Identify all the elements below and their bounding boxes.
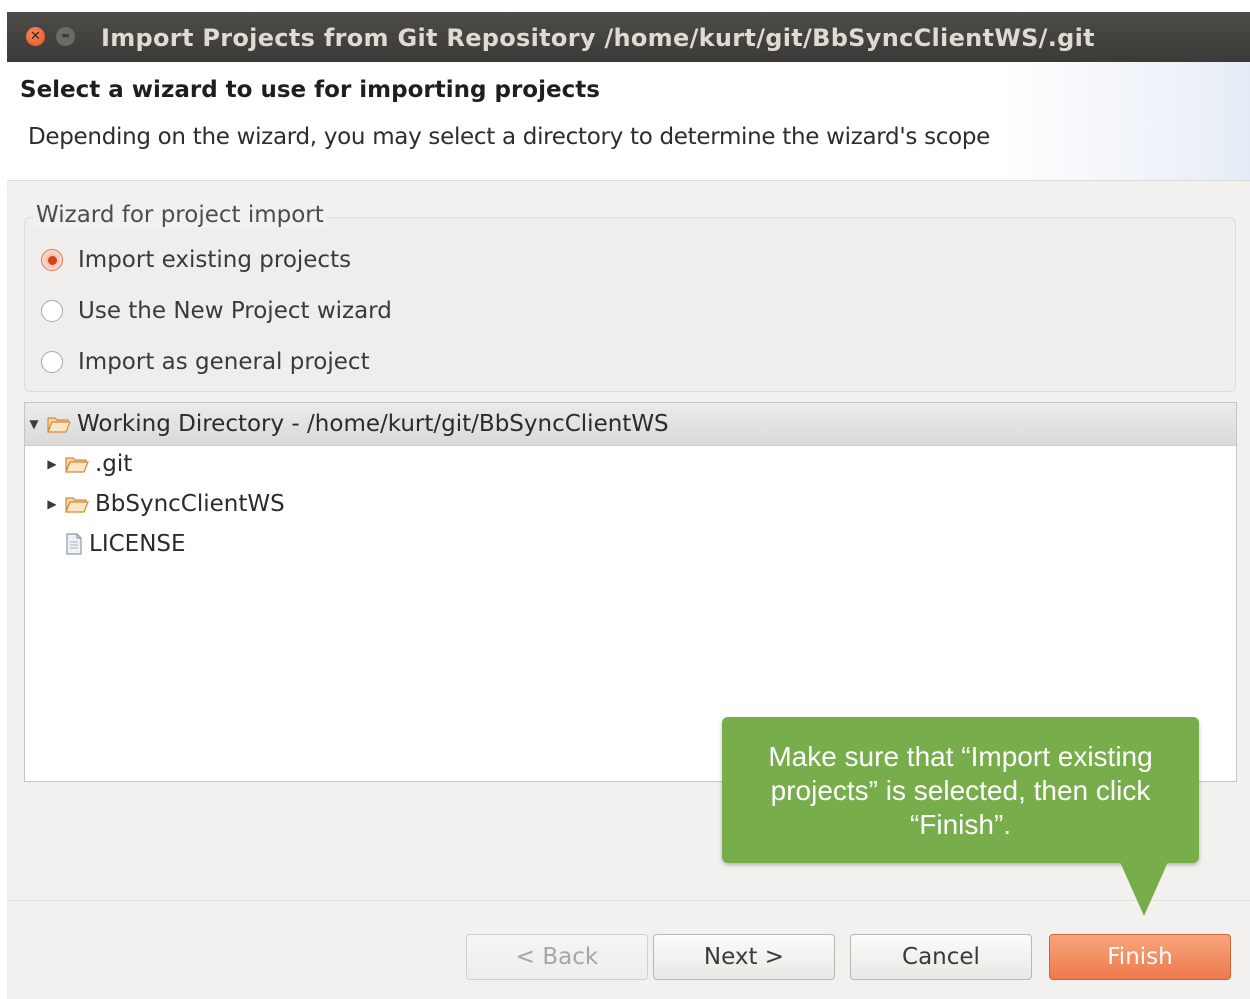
- radio-button-selected[interactable]: [41, 249, 63, 271]
- folder-icon: [65, 497, 89, 513]
- file-icon: [66, 533, 82, 555]
- radio-dot: [47, 255, 57, 265]
- folder-icon: [47, 417, 71, 433]
- back-button[interactable]: < Back: [466, 934, 648, 980]
- tree-item-git[interactable]: ▶ .git: [45, 446, 132, 482]
- radio-label: Import as general project: [78, 349, 370, 375]
- chevron-down-icon[interactable]: ▼: [27, 417, 41, 431]
- finish-button[interactable]: Finish: [1049, 934, 1231, 980]
- next-button[interactable]: Next >: [653, 934, 835, 980]
- radio-use-new-project-wizard[interactable]: Use the New Project wizard: [41, 294, 392, 328]
- callout-pointer: [1120, 862, 1168, 916]
- instruction-callout: Make sure that “Import existing projects…: [722, 717, 1199, 863]
- footer-divider: [7, 900, 1250, 901]
- chevron-right-icon[interactable]: ▶: [45, 497, 59, 511]
- tree-item-bbsyncclientws[interactable]: ▶ BbSyncClientWS: [45, 486, 285, 522]
- tree-item-label: .git: [95, 451, 133, 477]
- window-title: Import Projects from Git Repository /hom…: [101, 24, 1095, 52]
- tree-item-label: BbSyncClientWS: [95, 491, 285, 517]
- minimize-window-button[interactable]: ▬: [56, 27, 75, 46]
- radio-label: Use the New Project wizard: [78, 298, 392, 324]
- radio-button[interactable]: [41, 351, 63, 373]
- tree-item-license[interactable]: LICENSE: [45, 526, 186, 562]
- minimize-icon: ▬: [61, 31, 70, 41]
- folder-icon: [65, 457, 89, 473]
- tree-item-working-directory[interactable]: ▼ Working Directory - /home/kurt/git/BbS…: [27, 406, 669, 442]
- close-icon: ✕: [30, 29, 41, 44]
- page-description: Depending on the wizard, you may select …: [28, 124, 991, 150]
- cancel-button[interactable]: Cancel: [850, 934, 1032, 980]
- tree-item-label: LICENSE: [89, 531, 186, 557]
- wizard-header: Select a wizard to use for importing pro…: [7, 62, 1250, 181]
- radio-label: Import existing projects: [78, 247, 352, 273]
- radio-import-existing-projects[interactable]: Import existing projects: [41, 243, 351, 277]
- radio-import-as-general-project[interactable]: Import as general project: [41, 345, 370, 379]
- tree-item-label: Working Directory - /home/kurt/git/BbSyn…: [77, 411, 669, 437]
- wizard-group-legend: Wizard for project import: [33, 202, 327, 228]
- chevron-right-icon[interactable]: ▶: [45, 457, 59, 471]
- close-window-button[interactable]: ✕: [26, 27, 45, 46]
- radio-button[interactable]: [41, 300, 63, 322]
- title-bar[interactable]: ✕ ▬ Import Projects from Git Repository …: [7, 12, 1250, 62]
- page-title: Select a wizard to use for importing pro…: [20, 77, 600, 103]
